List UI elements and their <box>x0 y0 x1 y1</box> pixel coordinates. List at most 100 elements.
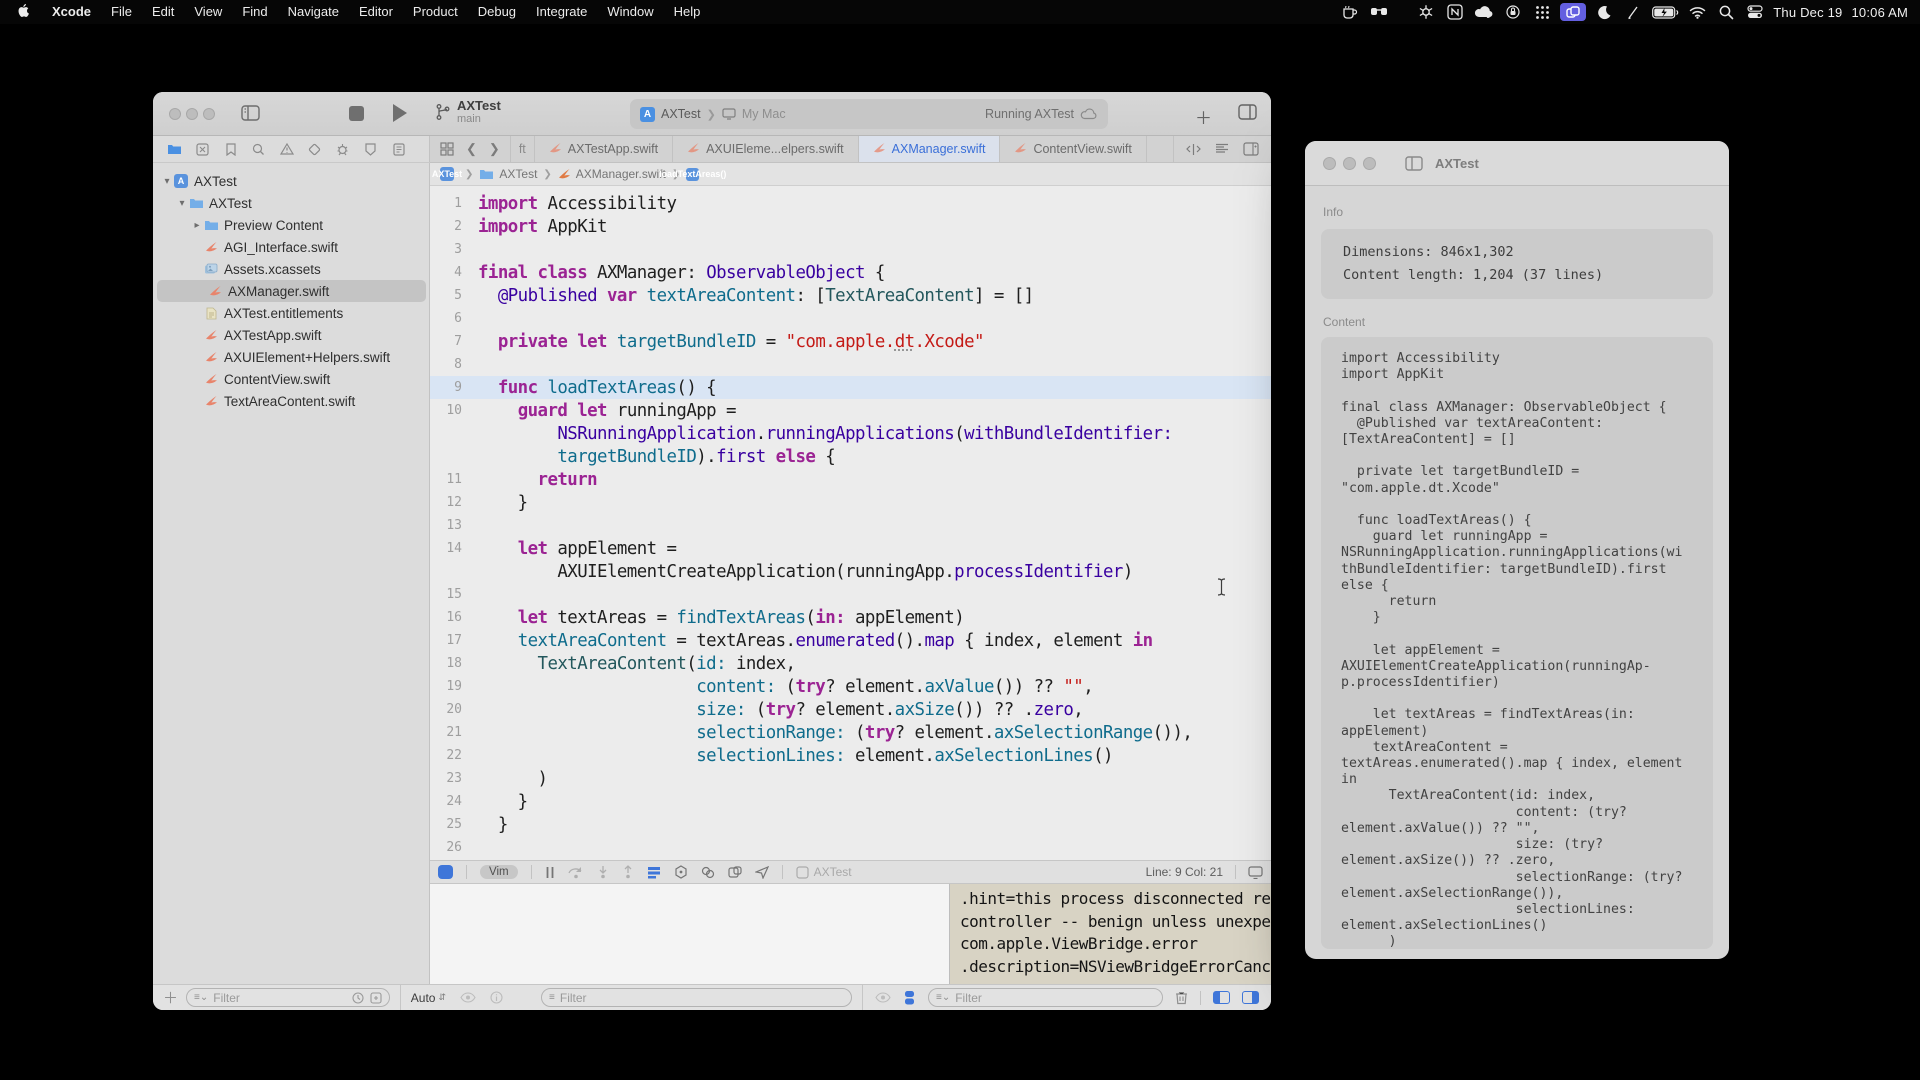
menu-product[interactable]: Product <box>403 0 468 24</box>
code-line-24[interactable]: 24 } <box>430 790 1271 813</box>
breakpoint-navigator-icon[interactable] <box>363 143 378 156</box>
info-icon[interactable] <box>490 991 503 1004</box>
file-tree-item-agi-interface-swift[interactable]: AGI_Interface.swift <box>153 236 430 258</box>
menu-edit[interactable]: Edit <box>142 0 184 24</box>
show-variables-pane-toggle[interactable] <box>1213 991 1230 1004</box>
code-line-13[interactable]: 13 <box>430 514 1271 537</box>
menu-clock-time[interactable]: 10:06 AM <box>1851 5 1908 20</box>
bookmark-navigator-icon[interactable] <box>223 143 238 156</box>
scheme-box[interactable]: AXTest main <box>435 98 501 125</box>
file-tree-item-axuielement-helpers-swift[interactable]: AXUIElement+Helpers.swift <box>153 346 430 368</box>
adjacent-editor-icon[interactable] <box>1186 143 1201 156</box>
back-icon[interactable]: ❮ <box>466 141 477 157</box>
code-line-2[interactable]: 2import AppKit <box>430 215 1271 238</box>
panel-sidebar-icon[interactable] <box>1405 156 1423 171</box>
code-line-25[interactable]: 25 } <box>430 813 1271 836</box>
code-line-17[interactable]: 17 textAreaContent = textAreas.enumerate… <box>430 629 1271 652</box>
code-line-wrap[interactable]: NSRunningApplication.runningApplications… <box>430 422 1271 445</box>
step-out-icon[interactable] <box>622 865 634 879</box>
minimap-icon[interactable] <box>1215 143 1229 155</box>
pause-debug-icon[interactable] <box>545 866 555 879</box>
code-line-20[interactable]: 20 size: (try? element.axSize()) ?? .zer… <box>430 698 1271 721</box>
file-tree-item-textareacontent-swift[interactable]: TextAreaContent.swift <box>153 390 430 412</box>
breakpoints-toggle-icon[interactable] <box>438 865 453 879</box>
menu-file[interactable]: File <box>101 0 142 24</box>
code-line-21[interactable]: 21 selectionRange: (try? element.axSelec… <box>430 721 1271 744</box>
breadcrumb-item-axtest[interactable]: AXTest <box>479 167 537 181</box>
file-tree-item-contentview-swift[interactable]: ContentView.swift <box>153 368 430 390</box>
related-items-icon[interactable] <box>440 142 454 156</box>
caffeinate-icon[interactable] <box>1339 3 1361 21</box>
console-mode-icon[interactable] <box>903 990 916 1005</box>
apps-grid-icon[interactable] <box>1531 3 1553 21</box>
code-line-6[interactable]: 6 <box>430 307 1271 330</box>
code-line-15[interactable]: 15 <box>430 583 1271 606</box>
code-line-wrap[interactable]: AXUIElementCreateApplication(runningApp.… <box>430 560 1271 583</box>
code-line-4[interactable]: 4final class AXManager: ObservableObject… <box>430 261 1271 284</box>
minimize-window-button[interactable] <box>1343 157 1356 170</box>
step-over-icon[interactable] <box>568 866 584 879</box>
menu-integrate[interactable]: Integrate <box>526 0 597 24</box>
debug-navigator-icon[interactable] <box>335 143 350 156</box>
wifi-icon[interactable] <box>1686 3 1708 21</box>
report-navigator-icon[interactable] <box>391 143 406 156</box>
code-line-wrap[interactable]: targetBundleID).first else { <box>430 445 1271 468</box>
menu-editor[interactable]: Editor <box>349 0 403 24</box>
add-file-button[interactable]: ＋ <box>163 987 178 1008</box>
code-line-9[interactable]: 9 func loadTextAreas() { <box>430 376 1271 399</box>
code-line-16[interactable]: 16 let textAreas = findTextAreas(in: app… <box>430 606 1271 629</box>
code-line-10[interactable]: 10 guard let runningApp = <box>430 399 1271 422</box>
notion-icon[interactable] <box>1444 3 1466 21</box>
file-tree-item-axtestapp-swift[interactable]: AXTestApp.swift <box>153 324 430 346</box>
code-line-5[interactable]: 5 @Published var textAreaContent: [TextA… <box>430 284 1271 307</box>
device-conditions-icon[interactable] <box>728 866 742 879</box>
menu-help[interactable]: Help <box>664 0 711 24</box>
disclosure-chevron-icon[interactable]: ▸ <box>191 220 203 231</box>
minimize-window-button[interactable] <box>186 108 198 120</box>
console-view[interactable]: .hint=this process disconnected remote v… <box>949 884 1271 984</box>
issue-navigator-icon[interactable] <box>279 143 294 155</box>
apple-menu-icon[interactable] <box>18 4 32 20</box>
breadcrumb-item-loadtextareas-[interactable]: loadTextAreas() <box>686 168 704 181</box>
file-tree-item-preview-content[interactable]: ▸Preview Content <box>153 214 430 236</box>
pill-scheme-name[interactable]: AXTest <box>661 107 701 121</box>
test-navigator-icon[interactable] <box>307 143 322 156</box>
code-line-14[interactable]: 14 let appElement = <box>430 537 1271 560</box>
memory-graph-icon[interactable] <box>674 865 688 879</box>
editor-tab-ft[interactable]: ft <box>511 136 535 162</box>
code-line-23[interactable]: 23 ) <box>430 767 1271 790</box>
run-button[interactable] <box>393 104 407 122</box>
variables-filter-field[interactable]: ≡ Filter <box>541 988 852 1007</box>
menu-view[interactable]: View <box>184 0 232 24</box>
disclosure-chevron-icon[interactable]: ▾ <box>176 198 188 209</box>
lock-icon[interactable] <box>1502 3 1524 21</box>
console-eye-icon[interactable] <box>875 992 891 1003</box>
code-line-26[interactable]: 26 <box>430 836 1271 859</box>
openai-icon[interactable] <box>1415 3 1437 21</box>
file-tree-item-assets-xcassets[interactable]: Assets.xcassets <box>153 258 430 280</box>
quicklook-eye-icon[interactable] <box>460 992 476 1003</box>
toggle-navigator-icon[interactable] <box>241 105 260 126</box>
focus-moon-icon[interactable] <box>1593 3 1615 21</box>
menu-debug[interactable]: Debug <box>468 0 526 24</box>
zoom-window-button[interactable] <box>1363 157 1376 170</box>
console-filter-field[interactable]: ≡⌄ Filter <box>928 988 1163 1007</box>
file-tree-item-axtest-entitlements[interactable]: AXTest.entitlements <box>153 302 430 324</box>
project-navigator-icon[interactable] <box>167 143 182 155</box>
draw-pen-icon[interactable] <box>1622 3 1644 21</box>
file-tree-item-axtest[interactable]: ▾AXTest <box>153 192 430 214</box>
code-line-12[interactable]: 12 } <box>430 491 1271 514</box>
code-line-8[interactable]: 8 <box>430 353 1271 376</box>
view-debugger-icon[interactable] <box>647 866 661 879</box>
zoom-window-button[interactable] <box>203 108 215 120</box>
file-tree-item-axtest[interactable]: ▾AAXTest <box>153 170 430 192</box>
glasses-icon[interactable] <box>1368 3 1390 21</box>
split-editor-icon[interactable] <box>1243 142 1259 156</box>
breadcrumb-item-axtest[interactable]: AXTest <box>440 167 459 181</box>
recent-files-icon[interactable] <box>352 992 364 1004</box>
source-control-navigator-icon[interactable] <box>195 143 210 156</box>
variables-view[interactable] <box>430 884 949 984</box>
variables-scope-select[interactable]: Auto⇵ <box>411 991 446 1005</box>
spotlight-search-icon[interactable] <box>1715 3 1737 21</box>
control-center-icon[interactable] <box>1744 3 1766 21</box>
